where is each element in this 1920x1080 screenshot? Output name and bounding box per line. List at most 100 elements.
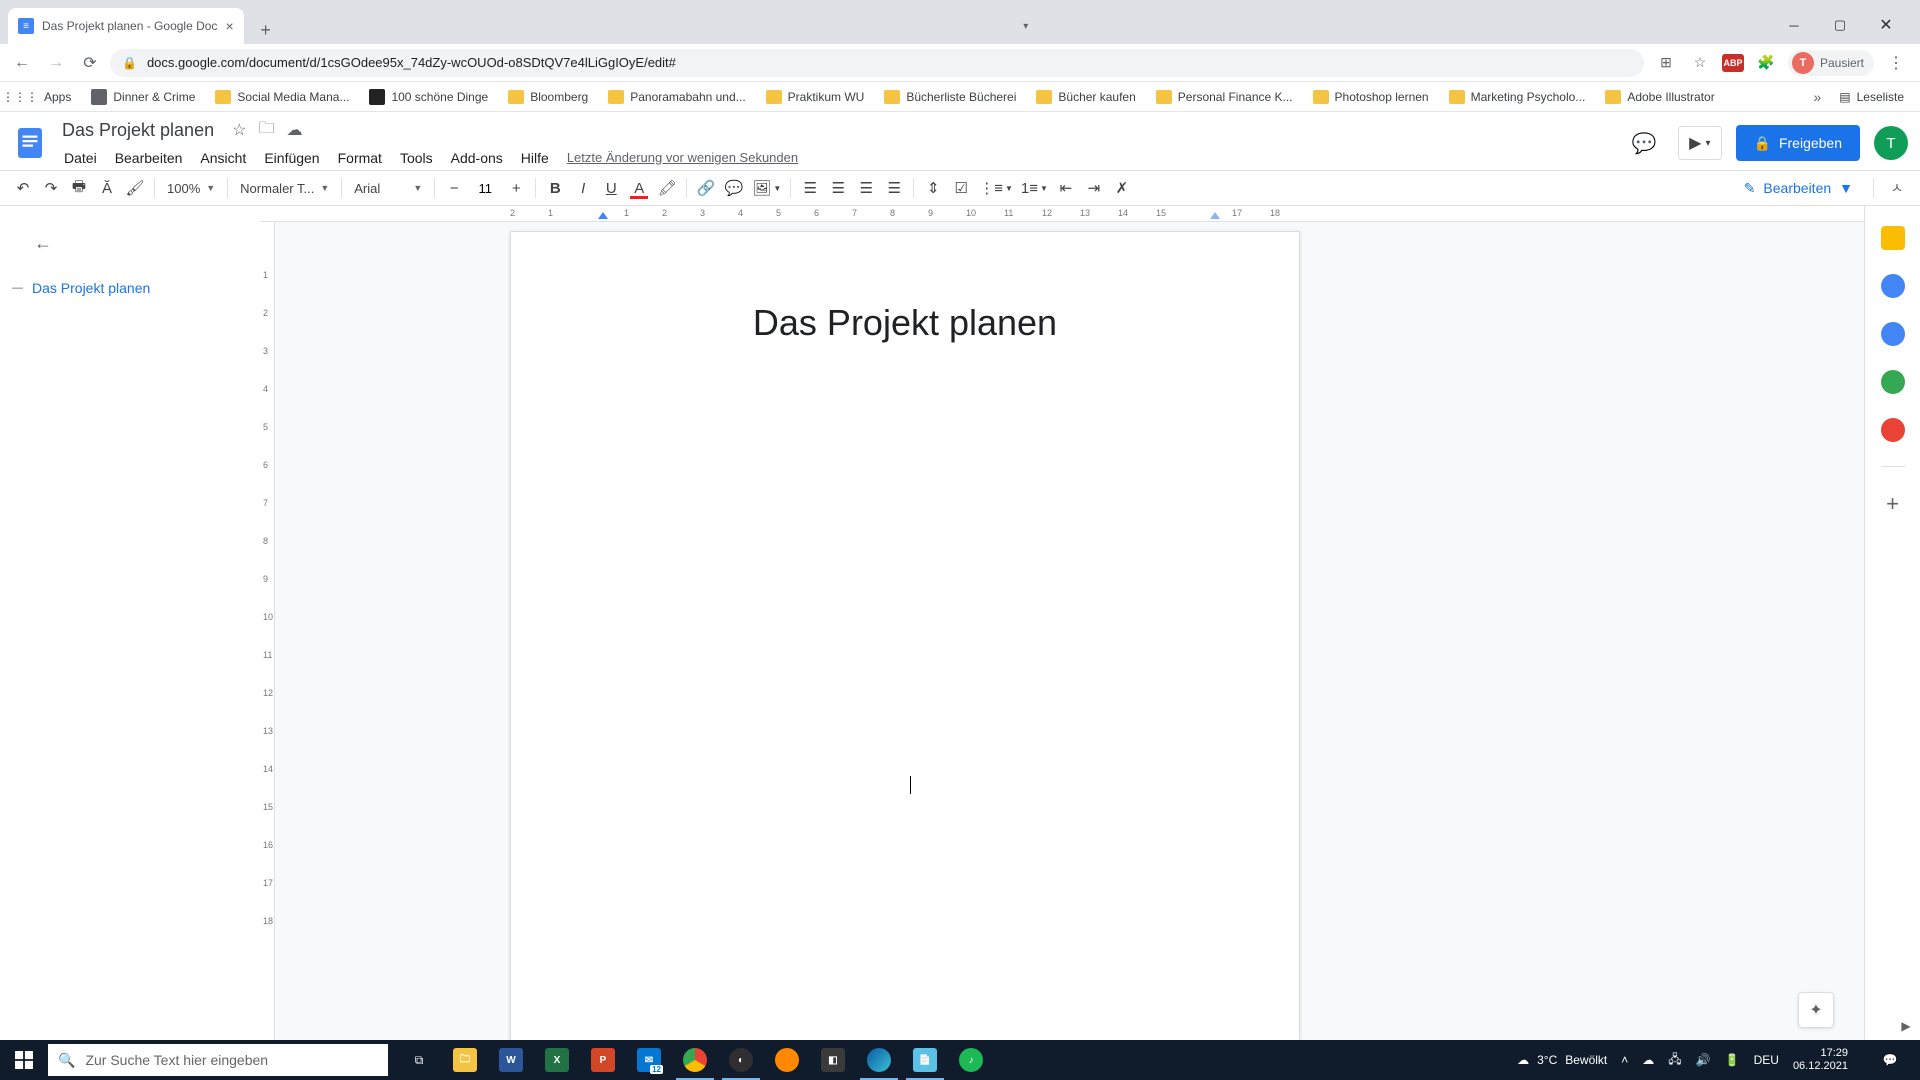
menu-help[interactable]: Hilfe: [513, 146, 557, 170]
account-avatar[interactable]: T: [1874, 126, 1908, 160]
bookmark-item[interactable]: Personal Finance K...: [1148, 86, 1301, 108]
font-size-input[interactable]: 11: [471, 181, 499, 196]
taskbar-clock[interactable]: 17:29 06.12.2021: [1793, 1047, 1856, 1073]
collapse-toolbar-button[interactable]: ㅅ: [1884, 175, 1910, 201]
underline-button[interactable]: U: [598, 175, 624, 201]
tabs-dropdown-icon[interactable]: ▾: [1011, 6, 1041, 36]
powerpoint-taskbar-icon[interactable]: P: [580, 1040, 626, 1080]
taskbar-search-input[interactable]: 🔍 Zur Suche Text hier eingeben: [48, 1044, 388, 1076]
increase-indent-button[interactable]: ⇥: [1081, 175, 1107, 201]
side-panel-collapse-button[interactable]: ▶: [1896, 1016, 1916, 1036]
profile-chip[interactable]: T Pausiert: [1788, 50, 1874, 76]
bold-button[interactable]: B: [542, 175, 568, 201]
last-edit-link[interactable]: Letzte Änderung vor wenigen Sekunden: [567, 150, 798, 165]
insert-comment-button[interactable]: 💬: [721, 175, 747, 201]
bookmark-item[interactable]: Bücher kaufen: [1028, 86, 1143, 108]
contacts-sideapp-icon[interactable]: [1881, 370, 1905, 394]
onedrive-tray-icon[interactable]: ☁: [1642, 1053, 1654, 1067]
maps-sideapp-icon[interactable]: [1881, 418, 1905, 442]
menu-insert[interactable]: Einfügen: [256, 146, 327, 170]
bookmark-item[interactable]: Bloomberg: [500, 86, 596, 108]
numbered-list-button[interactable]: 1≡▼: [1018, 175, 1051, 201]
align-justify-button[interactable]: ☰: [881, 175, 907, 201]
document-title[interactable]: Das Projekt planen: [56, 118, 220, 143]
menu-format[interactable]: Format: [330, 146, 390, 170]
insert-image-button[interactable]: 🖼▼: [749, 175, 784, 201]
extensions-icon[interactable]: 🧩: [1754, 51, 1778, 75]
bookmark-item[interactable]: Bücherliste Bücherei: [876, 86, 1024, 108]
bookmark-item[interactable]: Social Media Mana...: [207, 86, 357, 108]
browser-tab[interactable]: ≡ Das Projekt planen - Google Doc ×: [8, 8, 244, 44]
bulleted-list-button[interactable]: ⋮≡▼: [976, 175, 1016, 201]
bookmark-item[interactable]: Dinner & Crime: [83, 85, 203, 109]
highlight-button[interactable]: 🖍: [654, 175, 680, 201]
print-button[interactable]: 🖶: [66, 175, 92, 201]
insert-link-button[interactable]: 🔗: [693, 175, 719, 201]
meet-button[interactable]: ▶ ▾: [1678, 126, 1721, 160]
comments-history-button[interactable]: 💬: [1624, 123, 1664, 163]
chrome-taskbar-icon[interactable]: [672, 1040, 718, 1080]
move-icon[interactable]: 🗀: [258, 117, 274, 144]
language-indicator[interactable]: DEU: [1754, 1053, 1779, 1067]
align-right-button[interactable]: ☰: [853, 175, 879, 201]
edge-taskbar-icon[interactable]: [856, 1040, 902, 1080]
close-window-button[interactable]: ✕: [1864, 10, 1908, 40]
bookmark-item[interactable]: Panoramabahn und...: [600, 86, 753, 108]
minimize-button[interactable]: ─: [1772, 10, 1816, 40]
increase-font-button[interactable]: +: [503, 175, 529, 201]
bookmark-star-icon[interactable]: ☆: [1688, 51, 1712, 75]
align-center-button[interactable]: ☰: [825, 175, 851, 201]
bookmarks-overflow-button[interactable]: »: [1807, 89, 1827, 105]
url-input[interactable]: 🔒 docs.google.com/document/d/1csGOdee95x…: [110, 49, 1644, 77]
undo-button[interactable]: ↶: [10, 175, 36, 201]
mail-taskbar-icon[interactable]: ✉12: [626, 1040, 672, 1080]
reload-button[interactable]: ⟳: [76, 49, 104, 77]
keep-sideapp-icon[interactable]: [1881, 274, 1905, 298]
bookmark-apps[interactable]: Apps: [36, 86, 79, 108]
zoom-select[interactable]: 100%▼: [161, 175, 221, 201]
paragraph-style-select[interactable]: Normaler T...▼: [234, 175, 335, 201]
menu-tools[interactable]: Tools: [392, 146, 441, 170]
browser-menu-button[interactable]: ⋮: [1884, 51, 1908, 75]
line-spacing-button[interactable]: ⇕: [920, 175, 946, 201]
italic-button[interactable]: I: [570, 175, 596, 201]
calendar-sideapp-icon[interactable]: [1881, 226, 1905, 250]
app-taskbar-icon[interactable]: [764, 1040, 810, 1080]
volume-tray-icon[interactable]: 🔊: [1696, 1053, 1711, 1067]
add-sideapp-button[interactable]: +: [1886, 491, 1899, 517]
reading-list-button[interactable]: ▤Leseliste: [1831, 86, 1912, 108]
vertical-ruler[interactable]: 123456789101112131415161718: [260, 222, 275, 1040]
bookmark-item[interactable]: 100 schöne Dinge: [361, 85, 496, 109]
start-button[interactable]: [0, 1040, 48, 1080]
bookmark-item[interactable]: Praktikum WU: [758, 86, 873, 108]
editing-mode-select[interactable]: ✎ Bearbeiten ▼: [1734, 176, 1863, 201]
menu-file[interactable]: Datei: [56, 146, 105, 170]
bookmark-item[interactable]: Adobe Illustrator: [1597, 86, 1722, 108]
forward-button[interactable]: →: [42, 49, 70, 77]
spellcheck-button[interactable]: Ă: [94, 175, 120, 201]
explore-button[interactable]: ✦: [1798, 992, 1834, 1028]
close-tab-icon[interactable]: ×: [225, 18, 233, 34]
menu-view[interactable]: Ansicht: [192, 146, 254, 170]
task-view-button[interactable]: ⧉: [396, 1040, 442, 1080]
bookmark-item[interactable]: Marketing Psycholo...: [1441, 86, 1594, 108]
star-icon[interactable]: ☆: [232, 120, 246, 140]
font-select[interactable]: Arial▼: [348, 175, 428, 201]
notepad-taskbar-icon[interactable]: 📄: [902, 1040, 948, 1080]
share-button[interactable]: 🔒 Freigeben: [1736, 125, 1860, 161]
text-color-button[interactable]: A: [626, 175, 652, 201]
align-left-button[interactable]: ☰: [797, 175, 823, 201]
menu-addons[interactable]: Add-ons: [443, 146, 511, 170]
checklist-button[interactable]: ☑: [948, 175, 974, 201]
docs-logo-icon[interactable]: [10, 123, 50, 163]
network-tray-icon[interactable]: 🖧: [1668, 1050, 1681, 1071]
weather-widget[interactable]: ☁ 3°C Bewölkt: [1517, 1053, 1607, 1067]
redo-button[interactable]: ↷: [38, 175, 64, 201]
clear-formatting-button[interactable]: ✗: [1109, 175, 1135, 201]
menu-edit[interactable]: Bearbeiten: [107, 146, 191, 170]
file-explorer-taskbar-icon[interactable]: 🗀: [442, 1040, 488, 1080]
maximize-button[interactable]: ▢: [1818, 10, 1862, 40]
app-taskbar-icon[interactable]: ◧: [810, 1040, 856, 1080]
battery-tray-icon[interactable]: 🔋: [1725, 1053, 1740, 1067]
install-app-icon[interactable]: ⊞: [1654, 51, 1678, 75]
